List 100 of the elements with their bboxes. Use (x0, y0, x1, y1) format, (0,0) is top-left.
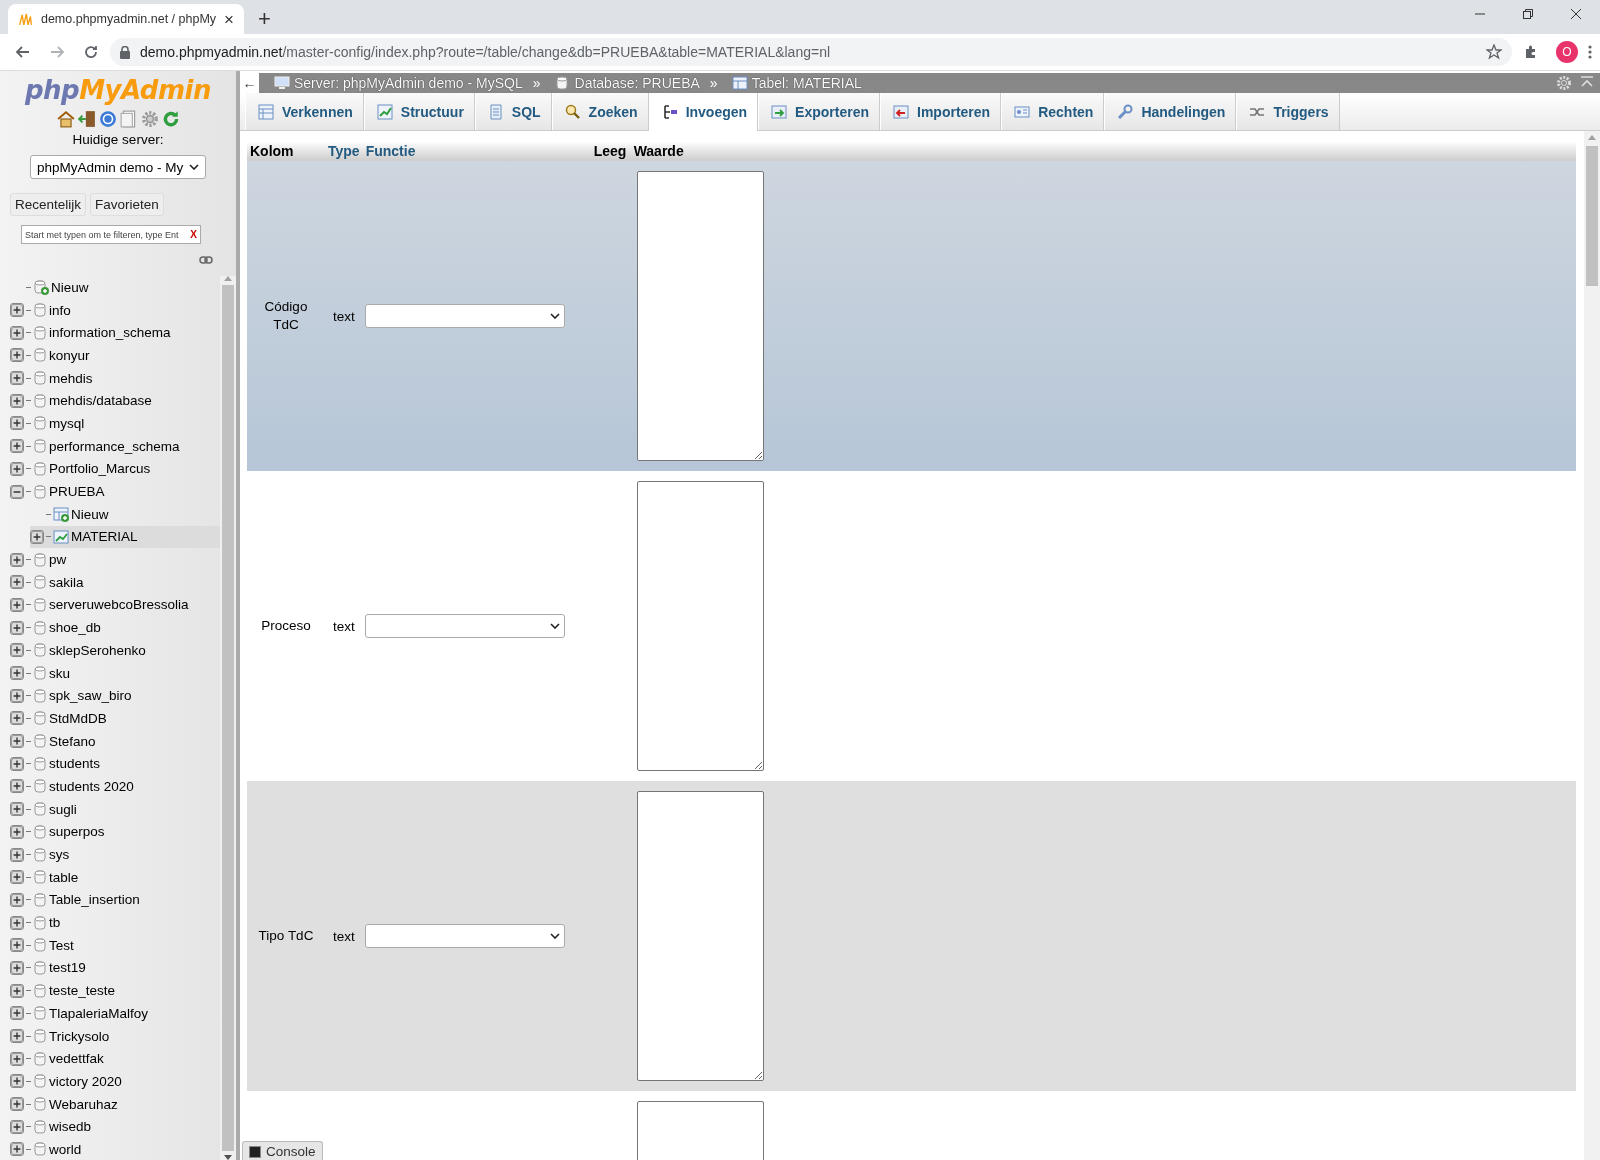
expand-button[interactable] (10, 1119, 24, 1134)
tree-item[interactable]: mysql (49, 415, 85, 431)
menu-tab[interactable]: Triggers (1236, 93, 1340, 130)
tree-item[interactable]: TlapaleriaMalfoy (49, 1005, 149, 1021)
profile-avatar[interactable]: O (1556, 41, 1578, 63)
more-icon[interactable] (1588, 44, 1592, 60)
clear-filter-button[interactable]: X (190, 229, 197, 240)
tree-item[interactable]: sklepSerohenko (49, 642, 146, 658)
tree-item[interactable]: world (49, 1141, 82, 1157)
value-field[interactable] (636, 481, 764, 771)
tree-item[interactable]: information_schema (49, 325, 171, 341)
link-icon[interactable] (199, 256, 213, 264)
tree-item[interactable]: students (49, 756, 101, 772)
expand-button[interactable] (30, 529, 44, 544)
filter-field[interactable]: Start met typen om te filteren, type Ent X (21, 225, 201, 244)
tree-item[interactable]: test19 (49, 960, 86, 976)
home-icon[interactable] (56, 110, 75, 128)
tree-item[interactable]: MATERIAL (71, 529, 138, 545)
address-bar[interactable]: demo.phpmyadmin.net/master-config/index.php?route=/table/change&db=PRUEBA&table=MATERIAL&lang=nl (110, 38, 1512, 66)
tree-item[interactable]: Nieuw (51, 279, 89, 295)
expand-button[interactable] (10, 892, 24, 907)
tree-item[interactable]: performance_schema (49, 438, 180, 454)
expand-button[interactable] (10, 1006, 24, 1021)
expand-button[interactable] (10, 756, 24, 771)
tree-item[interactable]: sku (49, 665, 70, 681)
server-select[interactable]: phpMyAdmin demo - My (30, 155, 206, 179)
tree-item[interactable]: Test (49, 937, 74, 953)
menu-tab[interactable]: Structuur (363, 93, 475, 130)
menu-tab[interactable]: Importeren (880, 93, 1002, 130)
reload-icon[interactable] (83, 44, 99, 60)
tree-item[interactable]: vedettfak (49, 1051, 104, 1067)
tree-item[interactable]: Nieuw (71, 506, 109, 522)
expand-button[interactable] (10, 348, 24, 363)
scrollbar-thumb[interactable] (222, 285, 234, 1151)
settings-icon[interactable] (140, 110, 159, 128)
tree-item[interactable]: StdMdDB (49, 710, 107, 726)
scroll-down-icon[interactable] (224, 1155, 232, 1160)
tree-item[interactable]: teste_teste (49, 983, 116, 999)
tree-item[interactable]: info (49, 302, 71, 318)
expand-button[interactable] (10, 960, 24, 975)
tree-item[interactable]: spk_saw_biro (49, 688, 132, 704)
menu-tab[interactable]: Rechten (1001, 93, 1105, 130)
expand-button[interactable] (10, 1097, 24, 1112)
tree-item[interactable]: shoe_db (49, 620, 101, 636)
expand-button[interactable] (10, 1029, 24, 1044)
expand-button[interactable] (10, 983, 24, 998)
tree-item[interactable]: PRUEBA (49, 484, 105, 500)
tree-item[interactable]: tb (49, 915, 61, 931)
favorites-button[interactable]: Favorieten (90, 193, 164, 216)
expand-button[interactable] (10, 575, 24, 590)
menu-tab[interactable]: Handelingen (1104, 93, 1237, 130)
expand-button[interactable] (10, 666, 24, 681)
value-field[interactable] (636, 791, 764, 1081)
tree-item[interactable]: table (49, 869, 79, 885)
expand-button[interactable] (10, 870, 24, 885)
logout-icon[interactable] (77, 110, 96, 128)
expand-button[interactable] (10, 711, 24, 726)
expand-button[interactable] (10, 915, 24, 930)
tree-item[interactable]: sakila (49, 574, 84, 590)
tree-item[interactable]: Trickysolo (49, 1028, 110, 1044)
collapse-sidebar-button[interactable]: ← (240, 73, 260, 93)
menu-tab[interactable]: Zoeken (551, 93, 649, 130)
expand-button[interactable] (10, 461, 24, 476)
expand-button[interactable] (10, 416, 24, 431)
scrollbar-thumb[interactable] (1586, 146, 1598, 286)
tree-item[interactable]: sys (49, 847, 70, 863)
tree-item[interactable]: wisedb (49, 1119, 92, 1135)
tree-item[interactable]: students 2020 (49, 778, 134, 794)
expand-button[interactable] (10, 371, 24, 386)
menu-tab[interactable]: SQL (474, 93, 552, 130)
new-tab-button[interactable]: + (258, 8, 271, 30)
tree-item[interactable]: pw (49, 552, 67, 568)
expand-button[interactable] (10, 620, 24, 635)
expand-button[interactable] (10, 303, 24, 318)
expand-button[interactable] (10, 552, 24, 567)
expand-button[interactable] (10, 1142, 24, 1157)
star-icon[interactable] (1486, 44, 1502, 60)
expand-button[interactable] (10, 734, 24, 749)
expand-button[interactable] (10, 938, 24, 953)
help-icon[interactable] (98, 110, 117, 128)
tree-item[interactable]: Portfolio_Marcus (49, 461, 151, 477)
tree-item[interactable]: Webaruhaz (49, 1096, 118, 1112)
breadcrumb-link[interactable]: Tabel: MATERIAL (751, 75, 862, 91)
expand-button[interactable] (10, 802, 24, 817)
console-button[interactable]: Console (242, 1141, 323, 1160)
expand-button[interactable] (10, 643, 24, 658)
close-tab-button[interactable]: × (224, 10, 234, 28)
tree-item[interactable]: konyur (49, 347, 90, 363)
expand-button[interactable] (10, 1051, 24, 1066)
tree-item[interactable]: mehdis/database (49, 393, 152, 409)
expand-button[interactable] (10, 847, 24, 862)
tree-item[interactable]: serveruwebcoBressolia (49, 597, 189, 613)
tree-item[interactable]: victory 2020 (49, 1073, 122, 1089)
document-icon[interactable] (119, 110, 138, 128)
expand-button[interactable] (10, 439, 24, 454)
tree-item[interactable]: Table_insertion (49, 892, 140, 908)
collapse-icon[interactable] (1580, 75, 1594, 89)
expand-button[interactable] (10, 779, 24, 794)
menu-tab[interactable]: Exporteren (758, 93, 880, 130)
back-icon[interactable] (15, 44, 31, 60)
